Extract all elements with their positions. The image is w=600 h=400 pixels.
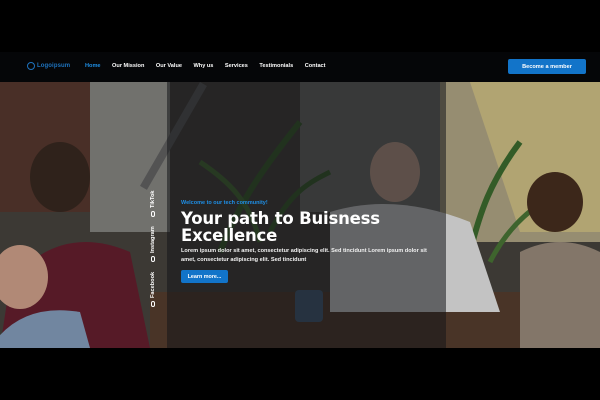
learn-more-button[interactable]: Learn more... (181, 270, 228, 283)
logo-text: Logoipsum (37, 63, 71, 69)
nav-item-contact[interactable]: Contact (305, 63, 326, 69)
hero-section: Facebook Instagram TikTok Welcome to our… (0, 82, 600, 348)
nav-links: Home Our Mission Our Value Why us Servic… (85, 63, 337, 69)
link-icon (151, 256, 155, 262)
hero-title: Your path to Buisness Excellence (181, 209, 380, 245)
social-link-tiktok[interactable]: TikTok (150, 190, 156, 217)
nav-item-our-value[interactable]: Our Value (156, 63, 182, 69)
hero-eyebrow: Welcome to our tech community! (181, 200, 268, 206)
link-icon (151, 211, 155, 217)
social-links: Facebook Instagram TikTok (150, 182, 170, 312)
top-navbar: Logoipsum Home Our Mission Our Value Why… (0, 52, 600, 82)
nav-item-our-mission[interactable]: Our Mission (112, 63, 144, 69)
nav-item-testimonials[interactable]: Testimonials (259, 63, 293, 69)
hero-description: Lorem ipsum dolor sit amet, consectetur … (181, 248, 427, 263)
become-member-button[interactable]: Become a member (508, 59, 586, 74)
logo[interactable]: Logoipsum (27, 62, 70, 70)
social-link-instagram[interactable]: Instagram (150, 226, 156, 262)
nav-item-why-us[interactable]: Why us (194, 63, 214, 69)
nav-item-home[interactable]: Home (85, 63, 101, 69)
social-link-facebook[interactable]: Facebook (150, 272, 156, 307)
link-icon (151, 301, 155, 307)
hero-content: Welcome to our tech community! Your path… (181, 200, 431, 283)
location-pin-icon (27, 62, 35, 70)
nav-item-services[interactable]: Services (225, 63, 248, 69)
